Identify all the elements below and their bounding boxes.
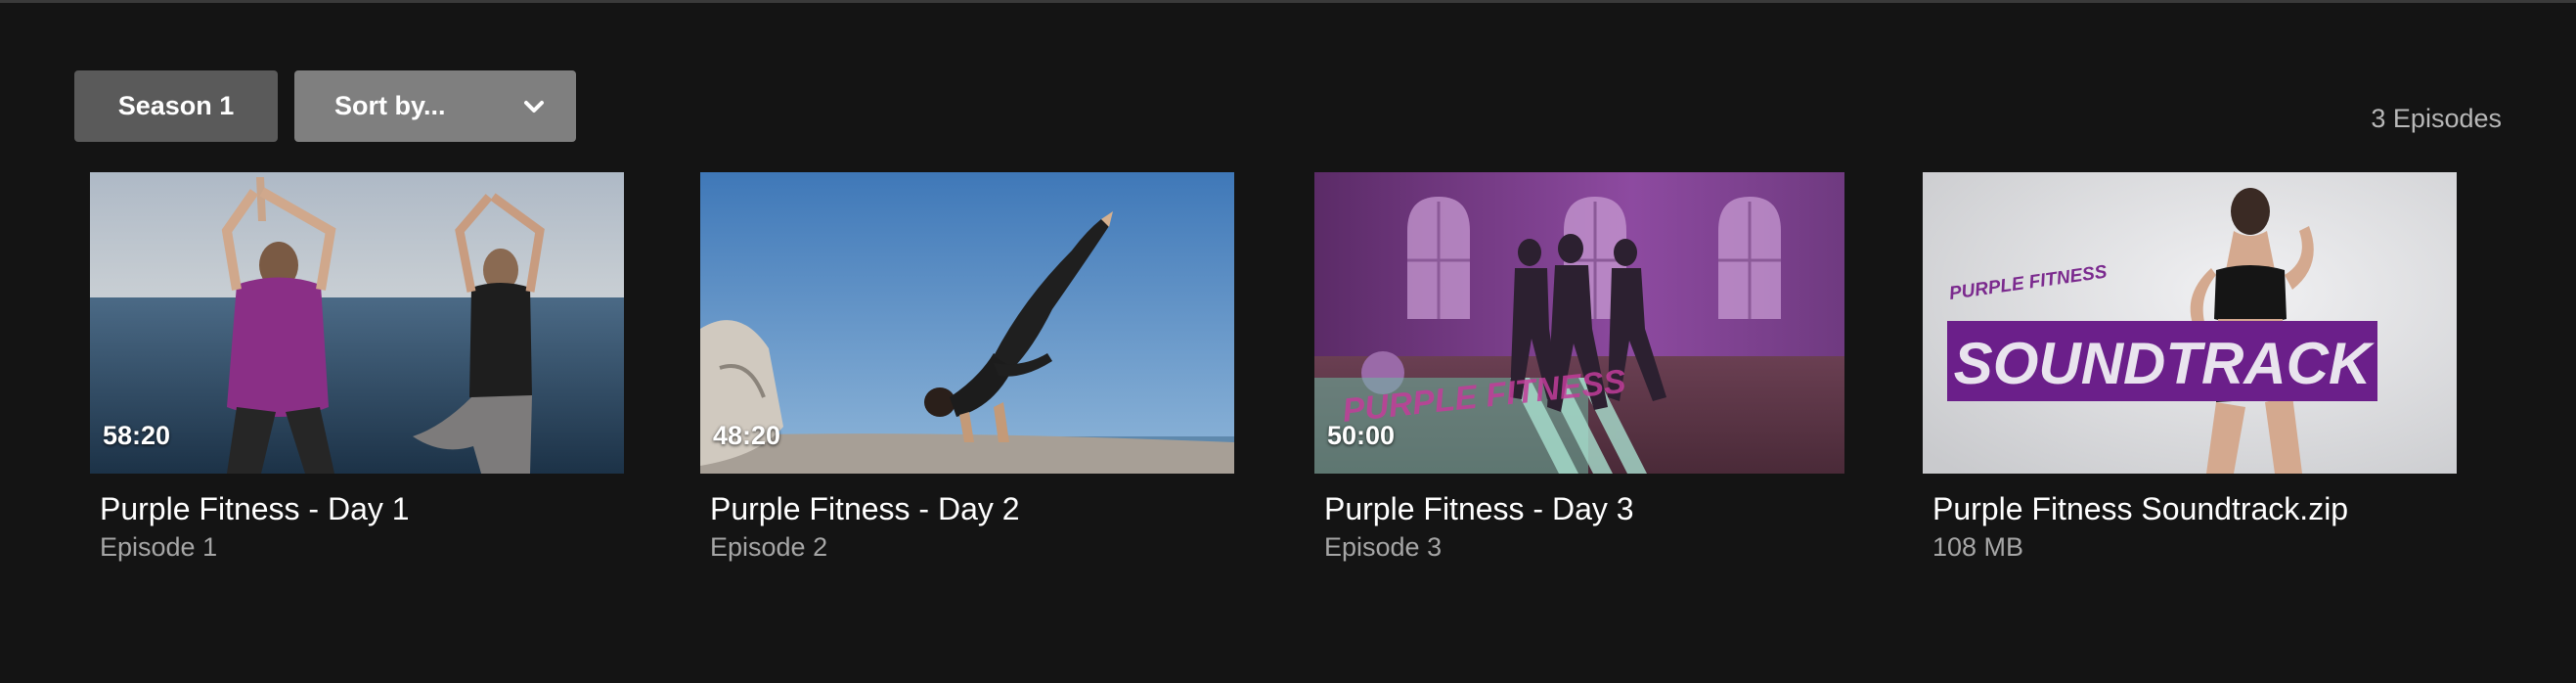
thumbnail-image-soundtrack-cover: PURPLE FITNESS SOUNDTRACK (1923, 172, 2457, 474)
season-button-label: Season 1 (117, 91, 235, 120)
episode-thumbnail-3[interactable]: PURPLE FITNESS 50:00 (1314, 172, 1844, 474)
top-divider (0, 0, 2576, 3)
duration-label: 58:20 (103, 421, 171, 450)
episode-title[interactable]: Purple Fitness - Day 3 (1314, 489, 1844, 528)
episode-subtitle: Episode 2 (710, 532, 828, 562)
season-button[interactable]: Season 1 (74, 70, 278, 142)
episode-card-1[interactable]: 58:20 Purple Fitness - Day 1 Episode 1 (90, 172, 624, 564)
episode-card-2[interactable]: 48:20 Purple Fitness - Day 2 Episode 2 (700, 172, 1234, 564)
episode-thumbnail-2[interactable]: 48:20 (700, 172, 1234, 474)
episode-title[interactable]: Purple Fitness - Day 2 (700, 489, 1234, 528)
episode-subtitle: Episode 1 (100, 532, 218, 562)
episode-title[interactable]: Purple Fitness - Day 1 (90, 489, 624, 528)
soundtrack-thumbnail[interactable]: PURPLE FITNESS SOUNDTRACK (1923, 172, 2457, 474)
episode-thumbnail-1[interactable]: 58:20 (90, 172, 624, 474)
episode-subtitle: Episode 3 (1324, 532, 1443, 562)
soundtrack-title[interactable]: Purple Fitness Soundtrack.zip (1923, 489, 2457, 528)
chevron-down-icon (523, 100, 545, 114)
sort-dropdown[interactable]: Sort by... (294, 70, 576, 142)
duration-label: 48:20 (713, 421, 781, 450)
episode-card-3[interactable]: PURPLE FITNESS 50:00 Purple Fitness - Da… (1314, 172, 1844, 564)
sort-dropdown-label: Sort by... (334, 91, 446, 120)
soundtrack-card[interactable]: PURPLE FITNESS SOUNDTRACK Purple Fitness… (1923, 172, 2457, 564)
soundtrack-banner-text: SOUNDTRACK (1954, 331, 2375, 396)
duration-label: 50:00 (1327, 421, 1396, 450)
episode-count: 3 Episodes (2371, 104, 2502, 133)
episode-grid: 58:20 Purple Fitness - Day 1 Episode 1 4… (0, 172, 2576, 583)
toolbar: Season 1 Sort by... (74, 70, 576, 142)
soundtrack-size: 108 MB (1932, 532, 2024, 562)
